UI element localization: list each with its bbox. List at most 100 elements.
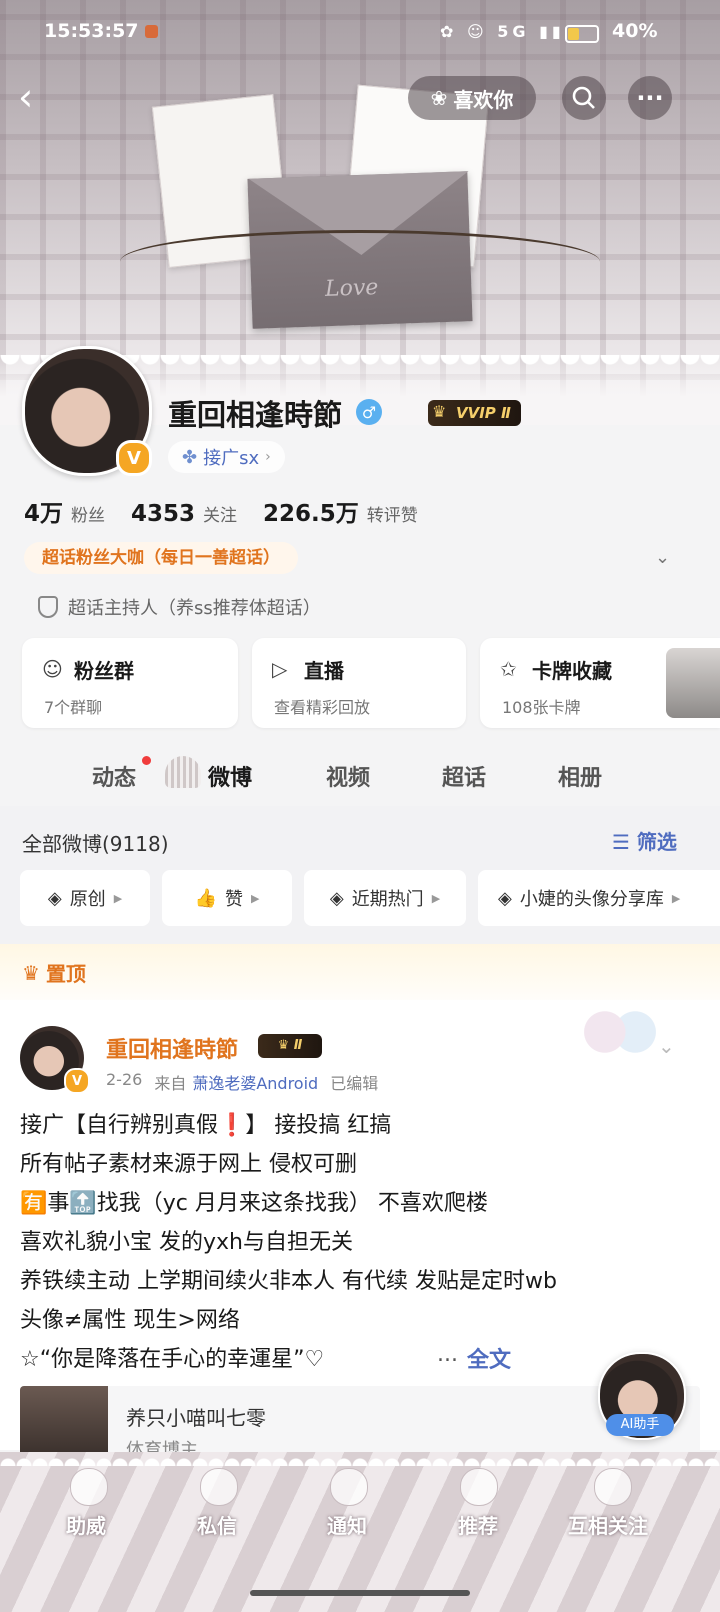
card-collection-card[interactable]: ✩ 卡牌收藏 108张卡牌 — [480, 638, 720, 728]
chip-recent-hot[interactable]: ◈ 近期热门 ▶ — [304, 870, 466, 926]
following-stat[interactable]: 4353 关注 — [131, 501, 237, 527]
tab-weibo[interactable]: 微博 — [208, 760, 252, 792]
unread-dot — [142, 756, 151, 765]
fan-group-card[interactable]: ☺ 粉丝群 7个群聊 — [22, 638, 238, 728]
post-edited: 已编辑 — [330, 1074, 379, 1093]
triangle-right-icon: ▶ — [113, 891, 123, 905]
crown-icon: ♛ — [277, 1038, 290, 1053]
profile-tag-label: 接广sx — [203, 448, 260, 469]
all-weibo-count: 全部微博(9118) — [22, 832, 169, 856]
post-author-name[interactable]: 重回相逢時節 — [106, 1032, 238, 1064]
nav-notifications[interactable]: 通知 — [327, 1510, 367, 1539]
tab-dynamic[interactable]: 动态 — [92, 760, 136, 792]
crown-icon: ♛ — [432, 402, 447, 421]
male-gender-icon: ♂ — [356, 399, 382, 425]
host-text: 超话主持人（养ss推荐体超话） — [68, 598, 321, 619]
bear-sticker-icon — [582, 1008, 658, 1056]
shell-icon — [165, 756, 201, 788]
notification-app-icon — [145, 25, 158, 38]
retweet-thumbnail — [20, 1386, 108, 1456]
tab-album[interactable]: 相册 — [558, 760, 602, 792]
followers-label: 粉丝 — [71, 506, 106, 526]
nav-cheer[interactable]: 助威 — [66, 1510, 106, 1539]
post-date: 2-26 — [106, 1070, 143, 1089]
filter-button[interactable]: ☰ 筛选 — [612, 826, 677, 855]
post-source[interactable]: 萧逸老婆Android — [192, 1070, 318, 1094]
pinned-label: ♛ 置顶 — [22, 958, 86, 987]
more-icon: ··· — [636, 84, 664, 112]
post-meta: 2-26 来自 萧逸老婆Android 已编辑 — [106, 1070, 378, 1094]
more-button[interactable]: ··· — [628, 76, 672, 120]
status-bar: 15:53:57 ✿ ☺ 5G ▮▮ 40% — [0, 0, 720, 62]
filter-icon: ☰ — [612, 830, 630, 854]
chevron-down-icon[interactable]: ⌄ — [658, 1034, 675, 1058]
card-thumbnail — [666, 648, 720, 718]
following-count: 4353 — [131, 501, 196, 527]
card-collection-icon: ✩ — [500, 657, 517, 681]
bottom-lace — [0, 1452, 720, 1466]
battery-level — [568, 28, 579, 40]
search-icon — [572, 86, 595, 109]
message-icon — [200, 1468, 238, 1506]
super-topic-badge[interactable]: 超话粉丝大咖（每日一善超话） — [24, 542, 298, 574]
profile-tabs: 动态 微博 视频 超话 相册 — [0, 740, 720, 806]
live-card[interactable]: ▷ 直播 查看精彩回放 — [252, 638, 466, 728]
card-title: 直播 — [304, 659, 344, 683]
recommend-icon — [460, 1468, 498, 1506]
verified-badge-icon: V — [64, 1068, 90, 1094]
chip-label: 小婕的头像分享库 — [519, 889, 664, 910]
card-subtitle: 查看精彩回放 — [274, 698, 371, 717]
followers-stat[interactable]: 4万 粉丝 — [24, 494, 105, 528]
tab-super-topic[interactable]: 超话 — [442, 760, 486, 792]
battery-percent: 40% — [612, 20, 658, 42]
chip-avatar-library[interactable]: ◈ 小婕的头像分享库 ▶ — [478, 870, 720, 926]
chip-liked[interactable]: 👍 赞 ▶ — [162, 870, 292, 926]
clover-icon: ✤ — [182, 446, 198, 468]
pinned-text: 置顶 — [45, 962, 86, 986]
tab-video[interactable]: 视频 — [326, 760, 370, 792]
profile-stats: 4万 粉丝 4353 关注 226.5万 转评赞 — [24, 494, 418, 528]
banner-love-text: Love — [324, 275, 379, 302]
following-label: 关注 — [203, 506, 238, 526]
nav-recommend[interactable]: 推荐 — [458, 1510, 498, 1539]
ai-assistant-label: AI助手 — [606, 1414, 674, 1436]
back-button[interactable]: ‹ — [18, 78, 56, 118]
profile-tag[interactable]: ✤ 接广sx › — [168, 441, 285, 473]
thumb-up-icon: 👍 — [194, 887, 217, 909]
host-row: 超话主持人（养ss推荐体超话） — [38, 594, 321, 620]
search-button[interactable] — [562, 76, 606, 120]
live-tv-icon: ▷ — [272, 657, 288, 681]
notification-icon — [330, 1468, 368, 1506]
likes-stat[interactable]: 226.5万 转评赞 — [263, 494, 418, 528]
chevron-left-icon: ‹ — [18, 75, 34, 119]
chip-label: 原创 — [69, 889, 106, 910]
card-title: 卡牌收藏 — [532, 659, 612, 683]
triangle-right-icon: ▶ — [431, 891, 441, 905]
chip-original[interactable]: ◈ 原创 ▶ — [20, 870, 150, 926]
likes-count: 226.5万 — [263, 501, 359, 527]
triangle-right-icon: ▶ — [250, 891, 260, 905]
chevron-right-icon: › — [265, 449, 271, 465]
member-badge: ♛ Ⅱ — [258, 1034, 322, 1058]
post-body: 接广【自行辨别真假❗️】 接投搞 红搞 所有帖子素材来源于网上 侵权可删 🈶事🔝… — [20, 1113, 557, 1372]
mutual-follow-icon — [594, 1468, 632, 1506]
chevron-down-icon[interactable]: ⌄ — [655, 547, 673, 568]
layers-icon: ◈ — [329, 887, 344, 909]
chip-label: 赞 — [224, 889, 243, 910]
member-badge-label: Ⅱ — [293, 1038, 303, 1053]
filter-label: 筛选 — [636, 830, 677, 854]
home-indicator[interactable] — [250, 1590, 470, 1596]
like-button[interactable]: ❀ 喜欢你 — [408, 76, 536, 120]
signal-icon: ✿ ☺ 5G ▮▮ — [440, 22, 565, 41]
full-text-link[interactable]: 全文 — [467, 1342, 511, 1374]
nav-messages[interactable]: 私信 — [197, 1510, 237, 1539]
nav-mutual-follow[interactable]: 互相关注 — [568, 1510, 648, 1539]
status-time: 15:53:57 — [44, 20, 139, 42]
card-title: 粉丝群 — [74, 659, 134, 683]
card-subtitle: 108张卡牌 — [502, 698, 581, 717]
retweet-title: 养只小喵叫七零 — [126, 1406, 266, 1430]
cheer-icon — [70, 1468, 108, 1506]
verified-badge-icon: V — [116, 440, 152, 476]
chip-label: 近期热门 — [351, 889, 424, 910]
layers-icon: ◈ — [498, 887, 512, 909]
